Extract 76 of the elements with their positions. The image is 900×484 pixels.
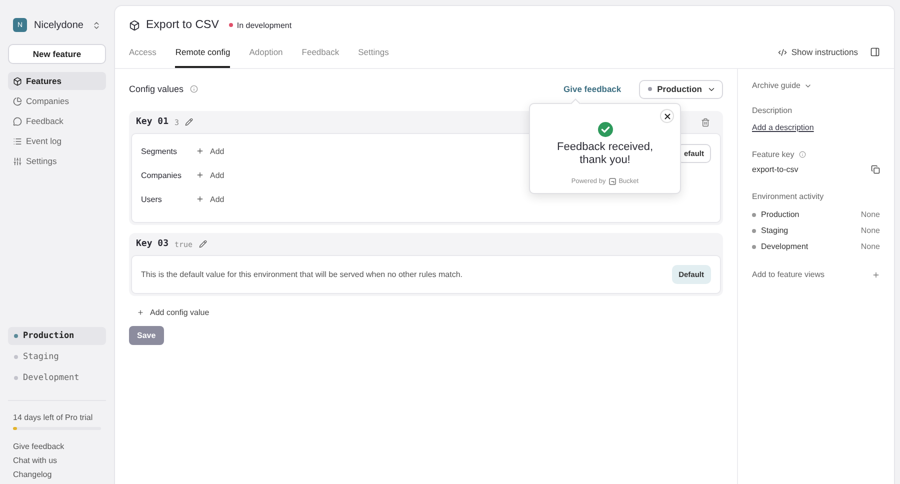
feedback-message: Feedback received, thank you!	[556, 141, 654, 167]
tab[interactable]: Access	[129, 40, 156, 68]
environment-activity-value: None	[860, 226, 880, 235]
plus-icon	[137, 309, 144, 316]
pencil-icon[interactable]	[198, 240, 207, 248]
environment-activity-value: None	[860, 210, 880, 219]
list-icon	[13, 136, 22, 146]
show-instructions-button[interactable]: Show instructions	[778, 47, 858, 57]
panel-toggle-icon[interactable]	[870, 47, 880, 57]
status-label: In development	[236, 20, 292, 30]
copy-icon[interactable]	[871, 165, 880, 174]
org-name[interactable]: Nicelydone	[34, 20, 85, 30]
environment-activity-label: Environment activity	[752, 192, 825, 201]
add-to-feature-views-label: Add to feature views	[752, 270, 824, 279]
config-values-title: Config values	[129, 84, 184, 94]
cube-icon	[13, 76, 22, 86]
environment-item[interactable]: Staging	[8, 348, 106, 366]
nav-item[interactable]: Features	[8, 72, 106, 90]
cube-icon	[129, 20, 140, 30]
info-icon[interactable]	[190, 85, 198, 93]
archive-guide-button[interactable]: Archive guide	[752, 81, 812, 90]
feature-key-value: export-to-csv	[752, 165, 798, 174]
nav-item[interactable]: Companies	[8, 92, 106, 110]
environment-item[interactable]: Development	[8, 369, 106, 387]
nav-item[interactable]: Settings	[8, 152, 106, 170]
tab[interactable]: Settings	[358, 40, 389, 68]
tab[interactable]: Feedback	[302, 40, 340, 68]
pie-chart-icon	[13, 96, 22, 106]
plus-icon	[196, 171, 204, 179]
environment-dot	[752, 228, 756, 232]
sidebar-link[interactable]: Chat with us	[8, 454, 106, 468]
feature-title: Export to CSV	[146, 19, 219, 31]
environment-name: Staging	[761, 226, 788, 235]
add-button[interactable]: Add	[196, 170, 224, 180]
bucket-logo-icon	[608, 178, 616, 185]
sliders-icon	[13, 156, 22, 166]
feature-key-label: Feature key	[752, 150, 794, 159]
add-config-value-button[interactable]: Add config value	[129, 308, 218, 317]
chevrons-icon[interactable]	[92, 20, 101, 30]
rule-label: Users	[141, 194, 163, 204]
environment-item[interactable]: Production	[8, 327, 106, 345]
nav-item[interactable]: Feedback	[8, 112, 106, 130]
sidebar-link[interactable]: Give feedback	[8, 440, 106, 454]
speech-bubble-icon	[13, 116, 22, 126]
tab[interactable]: Adoption	[249, 40, 283, 68]
give-feedback-link[interactable]: Give feedback	[564, 84, 622, 94]
description-label: Description	[752, 106, 794, 115]
new-feature-button[interactable]: New feature	[8, 44, 106, 64]
trial-text: 14 days left of Pro trial	[12, 413, 94, 422]
add-button[interactable]: Add	[196, 194, 224, 204]
plus-icon	[196, 147, 204, 155]
trash-icon[interactable]	[701, 118, 710, 126]
code-icon	[778, 48, 788, 56]
nav-item[interactable]: Event log	[8, 132, 106, 150]
environment-name: Production	[761, 210, 800, 219]
plus-icon[interactable]	[872, 270, 880, 278]
check-circle-icon	[598, 122, 612, 137]
rule-label: Segments	[141, 146, 178, 156]
add-description-link[interactable]: Add a description	[752, 123, 880, 132]
sidebar-link[interactable]: Changelog	[8, 468, 106, 482]
pencil-icon[interactable]	[185, 118, 194, 126]
close-icon[interactable]	[660, 109, 674, 123]
environment-dot	[752, 212, 756, 216]
info-icon[interactable]	[799, 151, 806, 158]
add-button[interactable]: Add	[196, 146, 224, 156]
key-name: Key 03	[136, 239, 169, 249]
environment-name: Development	[761, 242, 808, 251]
plus-icon	[196, 195, 204, 203]
status-dot	[228, 23, 233, 27]
environment-select[interactable]: Production	[639, 80, 723, 98]
key-name: Key 01	[136, 117, 169, 127]
environment-activity-value: None	[860, 242, 880, 251]
rule-label: Companies	[141, 170, 182, 180]
default-value-description: This is the default value for this environment that will be served when no other rules match.	[141, 270, 464, 279]
tab[interactable]: Remote config	[175, 40, 230, 68]
environment-dot	[752, 244, 756, 248]
